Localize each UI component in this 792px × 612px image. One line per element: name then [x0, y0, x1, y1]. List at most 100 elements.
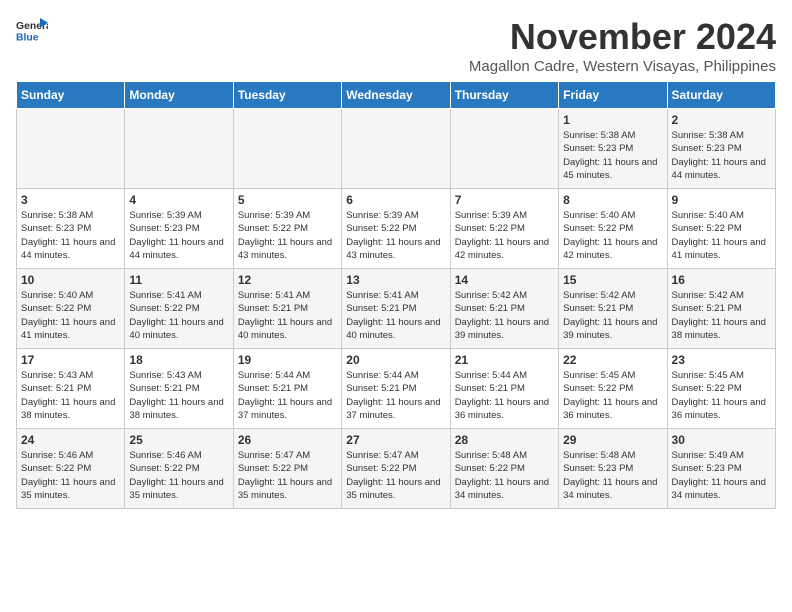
- day-number: 21: [455, 353, 554, 367]
- day-number: 8: [563, 193, 662, 207]
- day-info: Sunrise: 5:43 AM Sunset: 5:21 PM Dayligh…: [21, 369, 120, 422]
- day-number: 22: [563, 353, 662, 367]
- month-title: November 2024: [469, 16, 776, 58]
- day-info: Sunrise: 5:48 AM Sunset: 5:23 PM Dayligh…: [563, 449, 662, 502]
- logo: General Blue: [16, 16, 48, 44]
- day-number: 1: [563, 113, 662, 127]
- day-info: Sunrise: 5:40 AM Sunset: 5:22 PM Dayligh…: [563, 209, 662, 262]
- calendar-cell: 5Sunrise: 5:39 AM Sunset: 5:22 PM Daylig…: [233, 189, 341, 269]
- day-number: 20: [346, 353, 445, 367]
- day-info: Sunrise: 5:38 AM Sunset: 5:23 PM Dayligh…: [563, 129, 662, 182]
- calendar-cell: 13 Sunrise: 5:41 AM Sunset: 5:21 PM Dayli…: [342, 269, 450, 349]
- weekday-header-sunday: Sunday: [17, 82, 125, 109]
- day-number: 26: [238, 433, 337, 447]
- day-number: 27: [346, 433, 445, 447]
- day-info: Sunrise: 5:41 AM Sunset: 5:21 PM Dayligh…: [346, 289, 445, 342]
- day-info: Sunrise: 5:39 AM Sunset: 5:23 PM Dayligh…: [129, 209, 228, 262]
- calendar-header: SundayMondayTuesdayWednesdayThursdayFrid…: [17, 82, 776, 109]
- title-area: November 2024 Magallon Cadre, Western Vi…: [469, 16, 776, 75]
- day-number: 10: [21, 273, 120, 287]
- day-info: Sunrise: 5:38 AM Sunset: 5:23 PM Dayligh…: [21, 209, 120, 262]
- day-number: 23: [672, 353, 771, 367]
- day-number: 15: [563, 273, 662, 287]
- svg-text:Blue: Blue: [16, 32, 39, 43]
- calendar-cell: 30 Sunrise: 5:49 AM Sunset: 5:23 PM Dayli…: [667, 429, 775, 509]
- calendar-cell: 19 Sunrise: 5:44 AM Sunset: 5:21 PM Dayli…: [233, 349, 341, 429]
- day-info: Sunrise: 5:46 AM Sunset: 5:22 PM Dayligh…: [129, 449, 228, 502]
- calendar-cell: 14 Sunrise: 5:42 AM Sunset: 5:21 PM Dayli…: [450, 269, 558, 349]
- day-number: 7: [455, 193, 554, 207]
- calendar-cell: 24 Sunrise: 5:46 AM Sunset: 5:22 PM Dayli…: [17, 429, 125, 509]
- day-number: 6: [346, 193, 445, 207]
- weekday-header-tuesday: Tuesday: [233, 82, 341, 109]
- day-number: 14: [455, 273, 554, 287]
- calendar-cell: 3 Sunrise: 5:38 AM Sunset: 5:23 PM Daylig…: [17, 189, 125, 269]
- calendar-cell: 23 Sunrise: 5:45 AM Sunset: 5:22 PM Dayli…: [667, 349, 775, 429]
- calendar-cell: [342, 109, 450, 189]
- calendar-cell: 26 Sunrise: 5:47 AM Sunset: 5:22 PM Dayli…: [233, 429, 341, 509]
- day-info: Sunrise: 5:48 AM Sunset: 5:22 PM Dayligh…: [455, 449, 554, 502]
- day-info: Sunrise: 5:46 AM Sunset: 5:22 PM Dayligh…: [21, 449, 120, 502]
- calendar-cell: 6 Sunrise: 5:39 AM Sunset: 5:22 PM Daylig…: [342, 189, 450, 269]
- calendar-cell: 8 Sunrise: 5:40 AM Sunset: 5:22 PM Daylig…: [559, 189, 667, 269]
- day-info: Sunrise: 5:40 AM Sunset: 5:22 PM Dayligh…: [21, 289, 120, 342]
- day-info: Sunrise: 5:47 AM Sunset: 5:22 PM Dayligh…: [346, 449, 445, 502]
- day-number: 30: [672, 433, 771, 447]
- calendar-cell: 7 Sunrise: 5:39 AM Sunset: 5:22 PM Daylig…: [450, 189, 558, 269]
- calendar-body: 1 Sunrise: 5:38 AM Sunset: 5:23 PM Daylig…: [17, 109, 776, 509]
- calendar-cell: 27 Sunrise: 5:47 AM Sunset: 5:22 PM Dayli…: [342, 429, 450, 509]
- day-number: 2: [672, 113, 771, 127]
- day-info: Sunrise: 5:47 AM Sunset: 5:22 PM Dayligh…: [238, 449, 337, 502]
- day-number: 25: [129, 433, 228, 447]
- day-info: Sunrise: 5:45 AM Sunset: 5:22 PM Dayligh…: [563, 369, 662, 422]
- calendar-cell: 21 Sunrise: 5:44 AM Sunset: 5:21 PM Dayli…: [450, 349, 558, 429]
- day-info: Sunrise: 5:42 AM Sunset: 5:21 PM Dayligh…: [563, 289, 662, 342]
- weekday-header-wednesday: Wednesday: [342, 82, 450, 109]
- day-number: 3: [21, 193, 120, 207]
- calendar-cell: 16 Sunrise: 5:42 AM Sunset: 5:21 PM Dayli…: [667, 269, 775, 349]
- day-info: Sunrise: 5:49 AM Sunset: 5:23 PM Dayligh…: [672, 449, 771, 502]
- calendar-cell: [125, 109, 233, 189]
- day-info: Sunrise: 5:43 AM Sunset: 5:21 PM Dayligh…: [129, 369, 228, 422]
- day-info: Sunrise: 5:44 AM Sunset: 5:21 PM Dayligh…: [455, 369, 554, 422]
- calendar-cell: 2 Sunrise: 5:38 AM Sunset: 5:23 PM Daylig…: [667, 109, 775, 189]
- weekday-header-friday: Friday: [559, 82, 667, 109]
- day-info: Sunrise: 5:38 AM Sunset: 5:23 PM Dayligh…: [672, 129, 771, 182]
- day-number: 29: [563, 433, 662, 447]
- day-info: Sunrise: 5:45 AM Sunset: 5:22 PM Dayligh…: [672, 369, 771, 422]
- location: Magallon Cadre, Western Visayas, Philipp…: [469, 58, 776, 75]
- calendar-cell: 10 Sunrise: 5:40 AM Sunset: 5:22 PM Dayli…: [17, 269, 125, 349]
- calendar-table: SundayMondayTuesdayWednesdayThursdayFrid…: [16, 81, 776, 509]
- calendar-cell: 1 Sunrise: 5:38 AM Sunset: 5:23 PM Daylig…: [559, 109, 667, 189]
- calendar-cell: 25 Sunrise: 5:46 AM Sunset: 5:22 PM Dayli…: [125, 429, 233, 509]
- day-number: 24: [21, 433, 120, 447]
- calendar-cell: [17, 109, 125, 189]
- calendar-cell: 9 Sunrise: 5:40 AM Sunset: 5:22 PM Daylig…: [667, 189, 775, 269]
- day-info: Sunrise: 5:39 AM Sunset: 5:22 PM Dayligh…: [238, 209, 337, 262]
- day-number: 13: [346, 273, 445, 287]
- day-number: 18: [129, 353, 228, 367]
- calendar-cell: [233, 109, 341, 189]
- day-info: Sunrise: 5:44 AM Sunset: 5:21 PM Dayligh…: [238, 369, 337, 422]
- day-info: Sunrise: 5:40 AM Sunset: 5:22 PM Dayligh…: [672, 209, 771, 262]
- calendar-cell: 15 Sunrise: 5:42 AM Sunset: 5:21 PM Dayli…: [559, 269, 667, 349]
- calendar-cell: 20 Sunrise: 5:44 AM Sunset: 5:21 PM Dayli…: [342, 349, 450, 429]
- calendar-cell: 11Sunrise: 5:41 AM Sunset: 5:22 PM Dayli…: [125, 269, 233, 349]
- calendar-cell: 18 Sunrise: 5:43 AM Sunset: 5:21 PM Dayli…: [125, 349, 233, 429]
- day-info: Sunrise: 5:42 AM Sunset: 5:21 PM Dayligh…: [672, 289, 771, 342]
- calendar-cell: 28Sunrise: 5:48 AM Sunset: 5:22 PM Dayli…: [450, 429, 558, 509]
- day-number: 17: [21, 353, 120, 367]
- day-info: Sunrise: 5:39 AM Sunset: 5:22 PM Dayligh…: [346, 209, 445, 262]
- weekday-header-thursday: Thursday: [450, 82, 558, 109]
- day-info: Sunrise: 5:44 AM Sunset: 5:21 PM Dayligh…: [346, 369, 445, 422]
- weekday-header-monday: Monday: [125, 82, 233, 109]
- day-info: Sunrise: 5:39 AM Sunset: 5:22 PM Dayligh…: [455, 209, 554, 262]
- calendar-cell: 12Sunrise: 5:41 AM Sunset: 5:21 PM Dayli…: [233, 269, 341, 349]
- weekday-header-saturday: Saturday: [667, 82, 775, 109]
- day-number: 9: [672, 193, 771, 207]
- calendar-cell: 4Sunrise: 5:39 AM Sunset: 5:23 PM Daylig…: [125, 189, 233, 269]
- day-number: 12: [238, 273, 337, 287]
- day-info: Sunrise: 5:42 AM Sunset: 5:21 PM Dayligh…: [455, 289, 554, 342]
- day-number: 16: [672, 273, 771, 287]
- day-number: 19: [238, 353, 337, 367]
